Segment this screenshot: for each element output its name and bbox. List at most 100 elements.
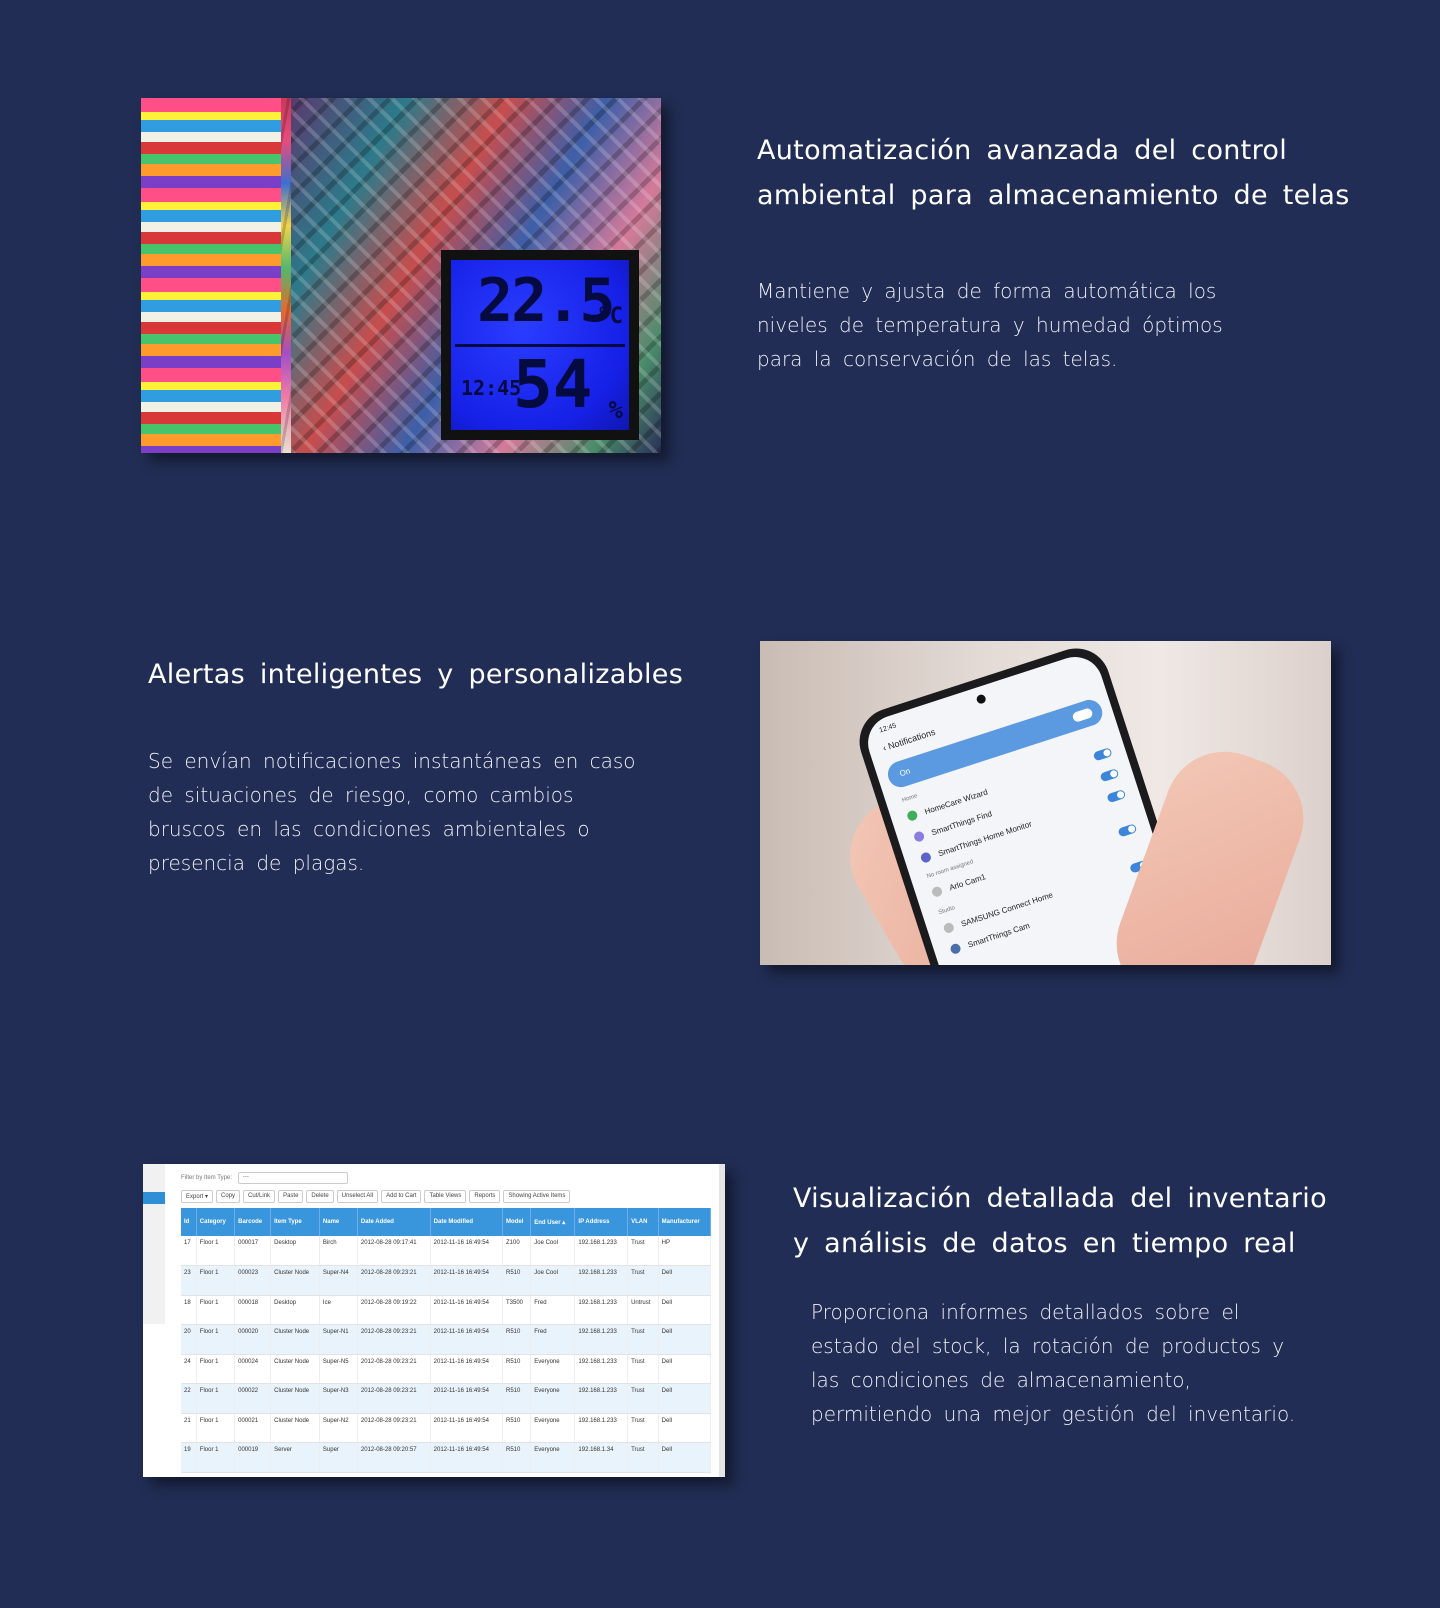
table-cell: 2012-08-28 09:17:41 — [357, 1236, 431, 1266]
section-1-description-line: para la conservación de las telas. — [757, 347, 1118, 371]
table-row: 24 Floor 1 000024 Cluster Node Super-N5 2012-… — [181, 1354, 712, 1384]
section-2-title-line: Alertas inteligentes y personalizables — [148, 659, 684, 690]
inventory-table-image: Filter by Item Type: --- Export ▾ Copy Cut… — [143, 1164, 725, 1477]
table-cell: 2012-08-28 09:20:57 — [357, 1442, 431, 1473]
table-cell: Everyone — [530, 1413, 576, 1443]
table-cell: Everyone — [530, 1354, 576, 1384]
table-cell: Desktop — [270, 1236, 320, 1266]
fabric-rolls-stack — [141, 98, 281, 453]
table-cell: Z100 — [502, 1236, 532, 1266]
table-row: 19 Floor 1 000019 Server Super 2012-08-28 09:… — [181, 1442, 712, 1473]
table-cell: 192.168.1.233 — [574, 1354, 629, 1384]
toggle-icon — [1071, 707, 1094, 723]
table-cell: 000021 — [234, 1413, 272, 1443]
section-2-description-line: de situaciones de riesgo, como cambios — [148, 783, 574, 807]
table-cell: 192.168.1.233 — [574, 1383, 629, 1414]
table-body: 17 Floor 1 000017 Desktop Birch 2012-08-28 09… — [181, 1236, 712, 1473]
table-cell: Dell — [658, 1265, 712, 1296]
table-cell: R510 — [502, 1324, 532, 1355]
group-label: Studio — [937, 905, 956, 917]
table-cell: Dell — [658, 1354, 712, 1384]
table-row: 23 Floor 1 000023 Cluster Node Super-N4 2012-… — [181, 1265, 712, 1296]
toolbar-button: Reports — [469, 1190, 501, 1203]
table-cell: Floor 1 — [196, 1383, 236, 1414]
table-cell: 000017 — [234, 1236, 272, 1266]
toolbar-button: Table Views — [424, 1190, 467, 1203]
table-cell: 2012-11-16 16:49:54 — [430, 1265, 503, 1296]
section-1-title: Automatización avanzada del control ambi… — [757, 128, 1350, 218]
table-cell: Fred — [530, 1324, 576, 1355]
table-cell: R510 — [502, 1413, 532, 1443]
table-row: 20 Floor 1 000020 Cluster Node Super-N1 2012-… — [181, 1324, 712, 1355]
table-cell: 192.168.1.233 — [574, 1413, 629, 1443]
section-3-description-line: estado del stock, la rotación de product… — [811, 1334, 1285, 1358]
app-icon — [949, 942, 962, 956]
section-3-title-line: y análisis de datos en tiempo real — [793, 1228, 1296, 1259]
table-cell: Joe Cool — [530, 1265, 576, 1296]
table-cell: Dell — [658, 1383, 712, 1414]
table-cell: R510 — [502, 1265, 532, 1296]
section-1-description-line: niveles de temperatura y humedad óptimos — [757, 313, 1223, 337]
table-cell: 192.168.1.34 — [574, 1442, 629, 1473]
inventory-table: Id Category Barcode Item Type Name Date Added… — [181, 1208, 712, 1473]
app-icon — [906, 809, 919, 822]
toolbar-button: Export ▾ — [181, 1190, 214, 1203]
table-cell: Cluster Node — [270, 1413, 320, 1443]
section-3-title: Visualización detallada del inventario y… — [793, 1176, 1327, 1266]
column-header: Name — [319, 1208, 358, 1236]
section-1-title-line: ambiental para almacenamiento de telas — [757, 180, 1350, 211]
toolbar-button: Copy — [216, 1190, 241, 1203]
table-cell: Super-N3 — [319, 1383, 358, 1414]
filter-bar: Filter by Item Type: --- — [181, 1172, 348, 1184]
table-row: 17 Floor 1 000017 Desktop Birch 2012-08-28 09… — [181, 1236, 712, 1266]
table-cell: Trust — [627, 1413, 659, 1443]
toggle-icon — [1106, 788, 1127, 803]
table-header-row: Id Category Barcode Item Type Name Date Added… — [181, 1208, 712, 1236]
table-cell: Server — [270, 1442, 320, 1473]
table-cell: Floor 1 — [196, 1295, 236, 1325]
table-cell: 2012-08-28 09:23:21 — [357, 1383, 431, 1414]
section-2-title: Alertas inteligentes y personalizables — [148, 652, 683, 697]
filter-select: --- — [237, 1172, 348, 1184]
section-1-description: Mantiene y ajusta de forma automática lo… — [757, 274, 1223, 376]
toggle-icon — [1117, 822, 1138, 837]
column-header: Id — [181, 1208, 197, 1236]
table-cell: R510 — [502, 1354, 532, 1384]
section-2-description-line: presencia de plagas. — [148, 851, 365, 875]
temperature-unit: °C — [596, 304, 624, 329]
table-cell: 24 — [181, 1354, 197, 1384]
column-header: Barcode — [234, 1208, 272, 1236]
fabric-storage-image: 22.5 °C 12:45 54 % — [141, 98, 661, 453]
group-label: Home — [901, 793, 919, 804]
column-header: End User ▴ — [530, 1208, 576, 1236]
table-cell: Floor 1 — [196, 1413, 236, 1443]
section-3-description-line: Proporciona informes detallados sobre el — [811, 1300, 1240, 1324]
table-cell: T3500 — [502, 1295, 532, 1325]
table-cell: 2012-11-16 16:49:54 — [430, 1442, 503, 1473]
section-1-title-line: Automatización avanzada del control — [757, 135, 1287, 166]
table-cell: Fred — [530, 1295, 576, 1325]
table-cell: Super-N2 — [319, 1413, 358, 1443]
app-icon — [919, 851, 933, 864]
column-header: Category — [196, 1208, 236, 1236]
phone-notifications-image: 12:45 ‹ Notifications On Home HomeCare W… — [760, 641, 1331, 965]
table-cell: R510 — [502, 1383, 532, 1414]
table-cell: 18 — [181, 1295, 197, 1325]
toggle-icon — [1099, 767, 1120, 782]
table-cell: Super-N1 — [319, 1324, 358, 1355]
toolbar-button: Delete — [306, 1190, 334, 1203]
table-cell: Everyone — [530, 1442, 576, 1473]
column-header: VLAN — [627, 1208, 659, 1236]
section-3-description-line: las condiciones de almacenamiento, — [811, 1368, 1191, 1392]
table-cell: Floor 1 — [196, 1236, 236, 1266]
table-cell: 2012-11-16 16:49:54 — [430, 1295, 503, 1325]
table-cell: 2012-11-16 16:49:54 — [430, 1236, 503, 1266]
table-cell: Cluster Node — [270, 1354, 320, 1384]
table-cell: Trust — [627, 1383, 659, 1414]
table-cell: Super-N4 — [319, 1265, 358, 1296]
toolbar-button: Showing Active Items — [503, 1190, 571, 1203]
humidity-unit: % — [608, 396, 623, 424]
table-cell: Floor 1 — [196, 1265, 236, 1296]
table-cell: 2012-11-16 16:49:54 — [430, 1354, 503, 1384]
table-cell: Cluster Node — [270, 1265, 320, 1296]
